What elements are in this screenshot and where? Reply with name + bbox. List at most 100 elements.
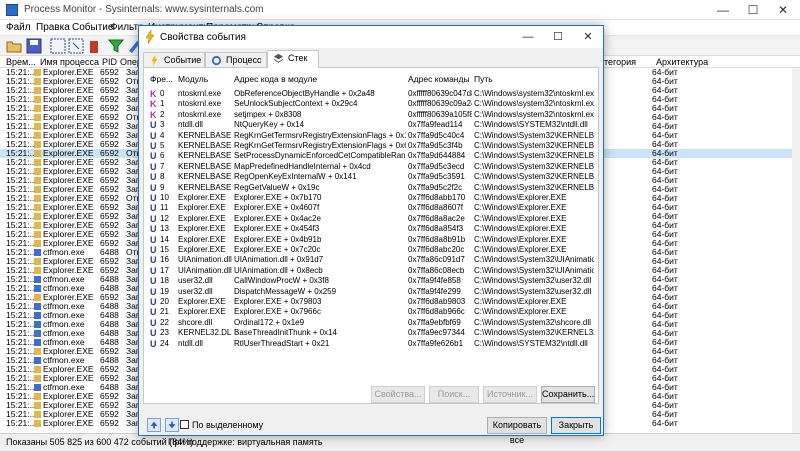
stack-row[interactable]: U 15 Explorer.EXE Explorer.EXE + 0x7c20c 0x7…	[148, 245, 594, 255]
frame-number: 4	[160, 130, 165, 140]
properties-button[interactable]: Свойства...	[371, 386, 425, 403]
folder-icon	[34, 267, 41, 274]
col-pid[interactable]: PID	[102, 57, 117, 67]
frame-number: 3	[160, 120, 165, 130]
frame-module: ntoskrnl.exe	[178, 99, 222, 109]
frame-address: 0x7ffa9fead114	[408, 120, 463, 130]
stack-row[interactable]: U4 KERNELBASE.dllRegKrnGetTermsrvRegistry…	[148, 131, 594, 141]
frame-number: 19	[160, 286, 169, 296]
stack-row[interactable]: U 20 Explorer.EXE Explorer.EXE + 0x79803 0x7…	[148, 297, 594, 307]
cell-process: Explorer.EXE	[43, 418, 94, 428]
stack-row[interactable]: U 13 Explorer.EXE Explorer.EXE + 0x454f3 0x7…	[148, 224, 594, 234]
dialog-ok-close-button[interactable]: Закрыть	[551, 417, 601, 434]
stack-row[interactable]: U6 KERNELBASE.dllSetProcessDynamicEnforce…	[148, 151, 594, 161]
stack-row[interactable]: K 2 ntoskrnl.exe setjmpex + 0x8308 0xfffff80…	[148, 110, 594, 120]
search-button[interactable]: Поиск...	[429, 386, 479, 403]
stack-row[interactable]: U 14 Explorer.EXE Explorer.EXE + 0x4b91b 0x7…	[148, 235, 594, 245]
tab-event[interactable]: Событие	[143, 52, 205, 68]
stack-row[interactable]: U 11 Explorer.EXE Explorer.EXE + 0x4607f 0x7…	[148, 203, 594, 213]
close-button[interactable]: ✕	[768, 0, 798, 20]
folder-icon	[34, 294, 41, 301]
stack-row[interactable]: U 3 ntdll.dll NtQueryKey + 0x14 0x7ffa9fead1…	[148, 120, 594, 130]
dialog-title-bar[interactable]: Свойства события — ☐ ✕	[139, 26, 603, 48]
open-icon[interactable]	[6, 38, 22, 54]
col-module[interactable]: Модуль	[178, 74, 208, 84]
stack-row[interactable]: U5 KERNELBASE.dllRegKrnGetTermsrvRegistry…	[148, 141, 594, 151]
frame-address: 0x7ff6d8a8607f	[408, 203, 464, 213]
save-stack-button[interactable]: Сохранить...	[541, 386, 595, 403]
menu-edit[interactable]: Правка	[36, 22, 70, 33]
stack-row[interactable]: U 17 UIAnimation.dll UIAnimation.dll + 0x8e…	[148, 266, 594, 276]
menu-file[interactable]: Файл	[6, 22, 31, 33]
stack-row[interactable]: U 12 Explorer.EXE Explorer.EXE + 0x4ac2e 0x7…	[148, 214, 594, 224]
frame-number: 6	[160, 151, 165, 161]
stack-row[interactable]: U 18 user32.dll CallWindowProcW + 0x3f8 0x7f…	[148, 276, 594, 286]
folder-icon	[34, 375, 41, 382]
filter-icon[interactable]	[108, 38, 124, 54]
autoscroll-icon[interactable]	[68, 38, 84, 54]
stack-row[interactable]: K 1 ntoskrnl.exe SeUnlockSubjectContext + 0…	[148, 99, 594, 109]
frame-address: 0x7ffa9d644884	[408, 151, 466, 161]
source-button[interactable]: Источник...	[483, 386, 537, 403]
col-time[interactable]: Врем...	[6, 57, 36, 67]
stack-row[interactable]: U 22 shcore.dll Ordinal172 + 0x1e9 0x7ffa9eb…	[148, 318, 594, 328]
title-bar[interactable]: Process Monitor - Sysinternals: www.sysi…	[0, 0, 800, 20]
frame-module: KERNELBASE.dll	[178, 172, 232, 182]
stack-row[interactable]: U 19 user32.dll DispatchMessageW + 0x259 0x7…	[148, 287, 594, 297]
frame-kind: K	[150, 89, 157, 99]
copy-all-button[interactable]: Копировать все	[487, 417, 547, 445]
dialog-minimize-button[interactable]: —	[513, 26, 543, 48]
stack-row[interactable]: U 23 KERNEL32.DLL BaseThreadInitThunk + 0x1…	[148, 328, 594, 338]
frame-path: C:\Windows\system32\ntoskrnl.exe	[474, 109, 594, 119]
col-path[interactable]: Путь	[474, 74, 493, 84]
frame-address: 0x7ff6d8abb170	[408, 193, 466, 202]
col-address[interactable]: Адрес команды	[408, 74, 470, 84]
ctfmon-icon	[34, 321, 41, 328]
frame-module: Explorer.EXE	[178, 224, 226, 234]
frame-kind: U	[150, 297, 157, 307]
selection-only-checkbox[interactable]	[180, 420, 189, 429]
frame-path: C:\Windows\Explorer.EXE	[474, 224, 567, 234]
frame-address: 0x7ff6d8a8b91b	[408, 234, 466, 244]
frame-path: C:\Windows\Explorer.EXE	[474, 213, 567, 223]
frame-location: UIAnimation.dll + 0x91d7	[234, 255, 324, 265]
minimize-button[interactable]: —	[708, 0, 738, 20]
frame-path: C:\Windows\System32\KERNELBAS	[474, 151, 594, 161]
folder-icon	[34, 258, 41, 265]
lightning-icon	[145, 30, 155, 44]
clear-icon[interactable]	[86, 38, 102, 54]
arrow-down-icon[interactable]	[165, 418, 179, 432]
frame-number: 0	[160, 89, 165, 98]
maximize-button[interactable]: ☐	[738, 0, 768, 20]
grid-scrollbar[interactable]	[792, 68, 800, 433]
col-architecture[interactable]: Архитектура	[656, 57, 708, 67]
tab-process[interactable]: Процесс	[205, 52, 267, 68]
col-location[interactable]: Адрес кода в модуле	[234, 74, 317, 84]
stack-row[interactable]: U 24 ntdll.dll RtlUserThreadStart + 0x21 0x7…	[148, 339, 594, 349]
frame-path: C:\Windows\Explorer.EXE	[474, 193, 567, 202]
stack-row[interactable]: U 21 Explorer.EXE Explorer.EXE + 0x7966c 0x7…	[148, 307, 594, 317]
dialog-close-button[interactable]: ✕	[573, 26, 603, 48]
col-process[interactable]: Имя процесса	[40, 57, 99, 67]
stack-row[interactable]: U 10 Explorer.EXE Explorer.EXE + 0x7b170 0x7…	[148, 193, 594, 203]
frame-location: RegGetValueW + 0x19c	[234, 182, 320, 192]
folder-icon	[34, 348, 41, 355]
stack-list[interactable]: K 0 ntoskrnl.exe ObReferenceObjectByHandle …	[148, 89, 594, 375]
save-icon[interactable]	[26, 38, 42, 54]
ctfmon-icon	[34, 357, 41, 364]
ctfmon-icon	[34, 339, 41, 346]
stack-row[interactable]: U8 KERNELBASE.dllRegOpenKeyExInternalW + …	[148, 172, 594, 182]
stack-row[interactable]: U9 KERNELBASE.dllRegGetValueW + 0x19c 0x7f…	[148, 183, 594, 193]
menu-event[interactable]: Событие	[72, 22, 113, 33]
col-frame[interactable]: Фре...	[150, 74, 173, 84]
arrow-up-icon[interactable]	[147, 418, 161, 432]
frame-module: KERNELBASE.dll	[178, 161, 232, 171]
col-category[interactable]: тегория	[604, 57, 636, 67]
stack-row[interactable]: K 0 ntoskrnl.exe ObReferenceObjectByHandle …	[148, 89, 594, 99]
stack-row[interactable]: U7 KERNELBASE.dllMapPredefinedHandleInter…	[148, 162, 594, 172]
frame-module: KERNELBASE.dll	[178, 130, 232, 140]
dialog-maximize-button[interactable]: ☐	[543, 26, 573, 48]
capture-icon[interactable]	[50, 38, 66, 54]
tab-stack[interactable]: Стек	[267, 50, 319, 68]
stack-row[interactable]: U 16 UIAnimation.dll UIAnimation.dll + 0x91…	[148, 255, 594, 265]
